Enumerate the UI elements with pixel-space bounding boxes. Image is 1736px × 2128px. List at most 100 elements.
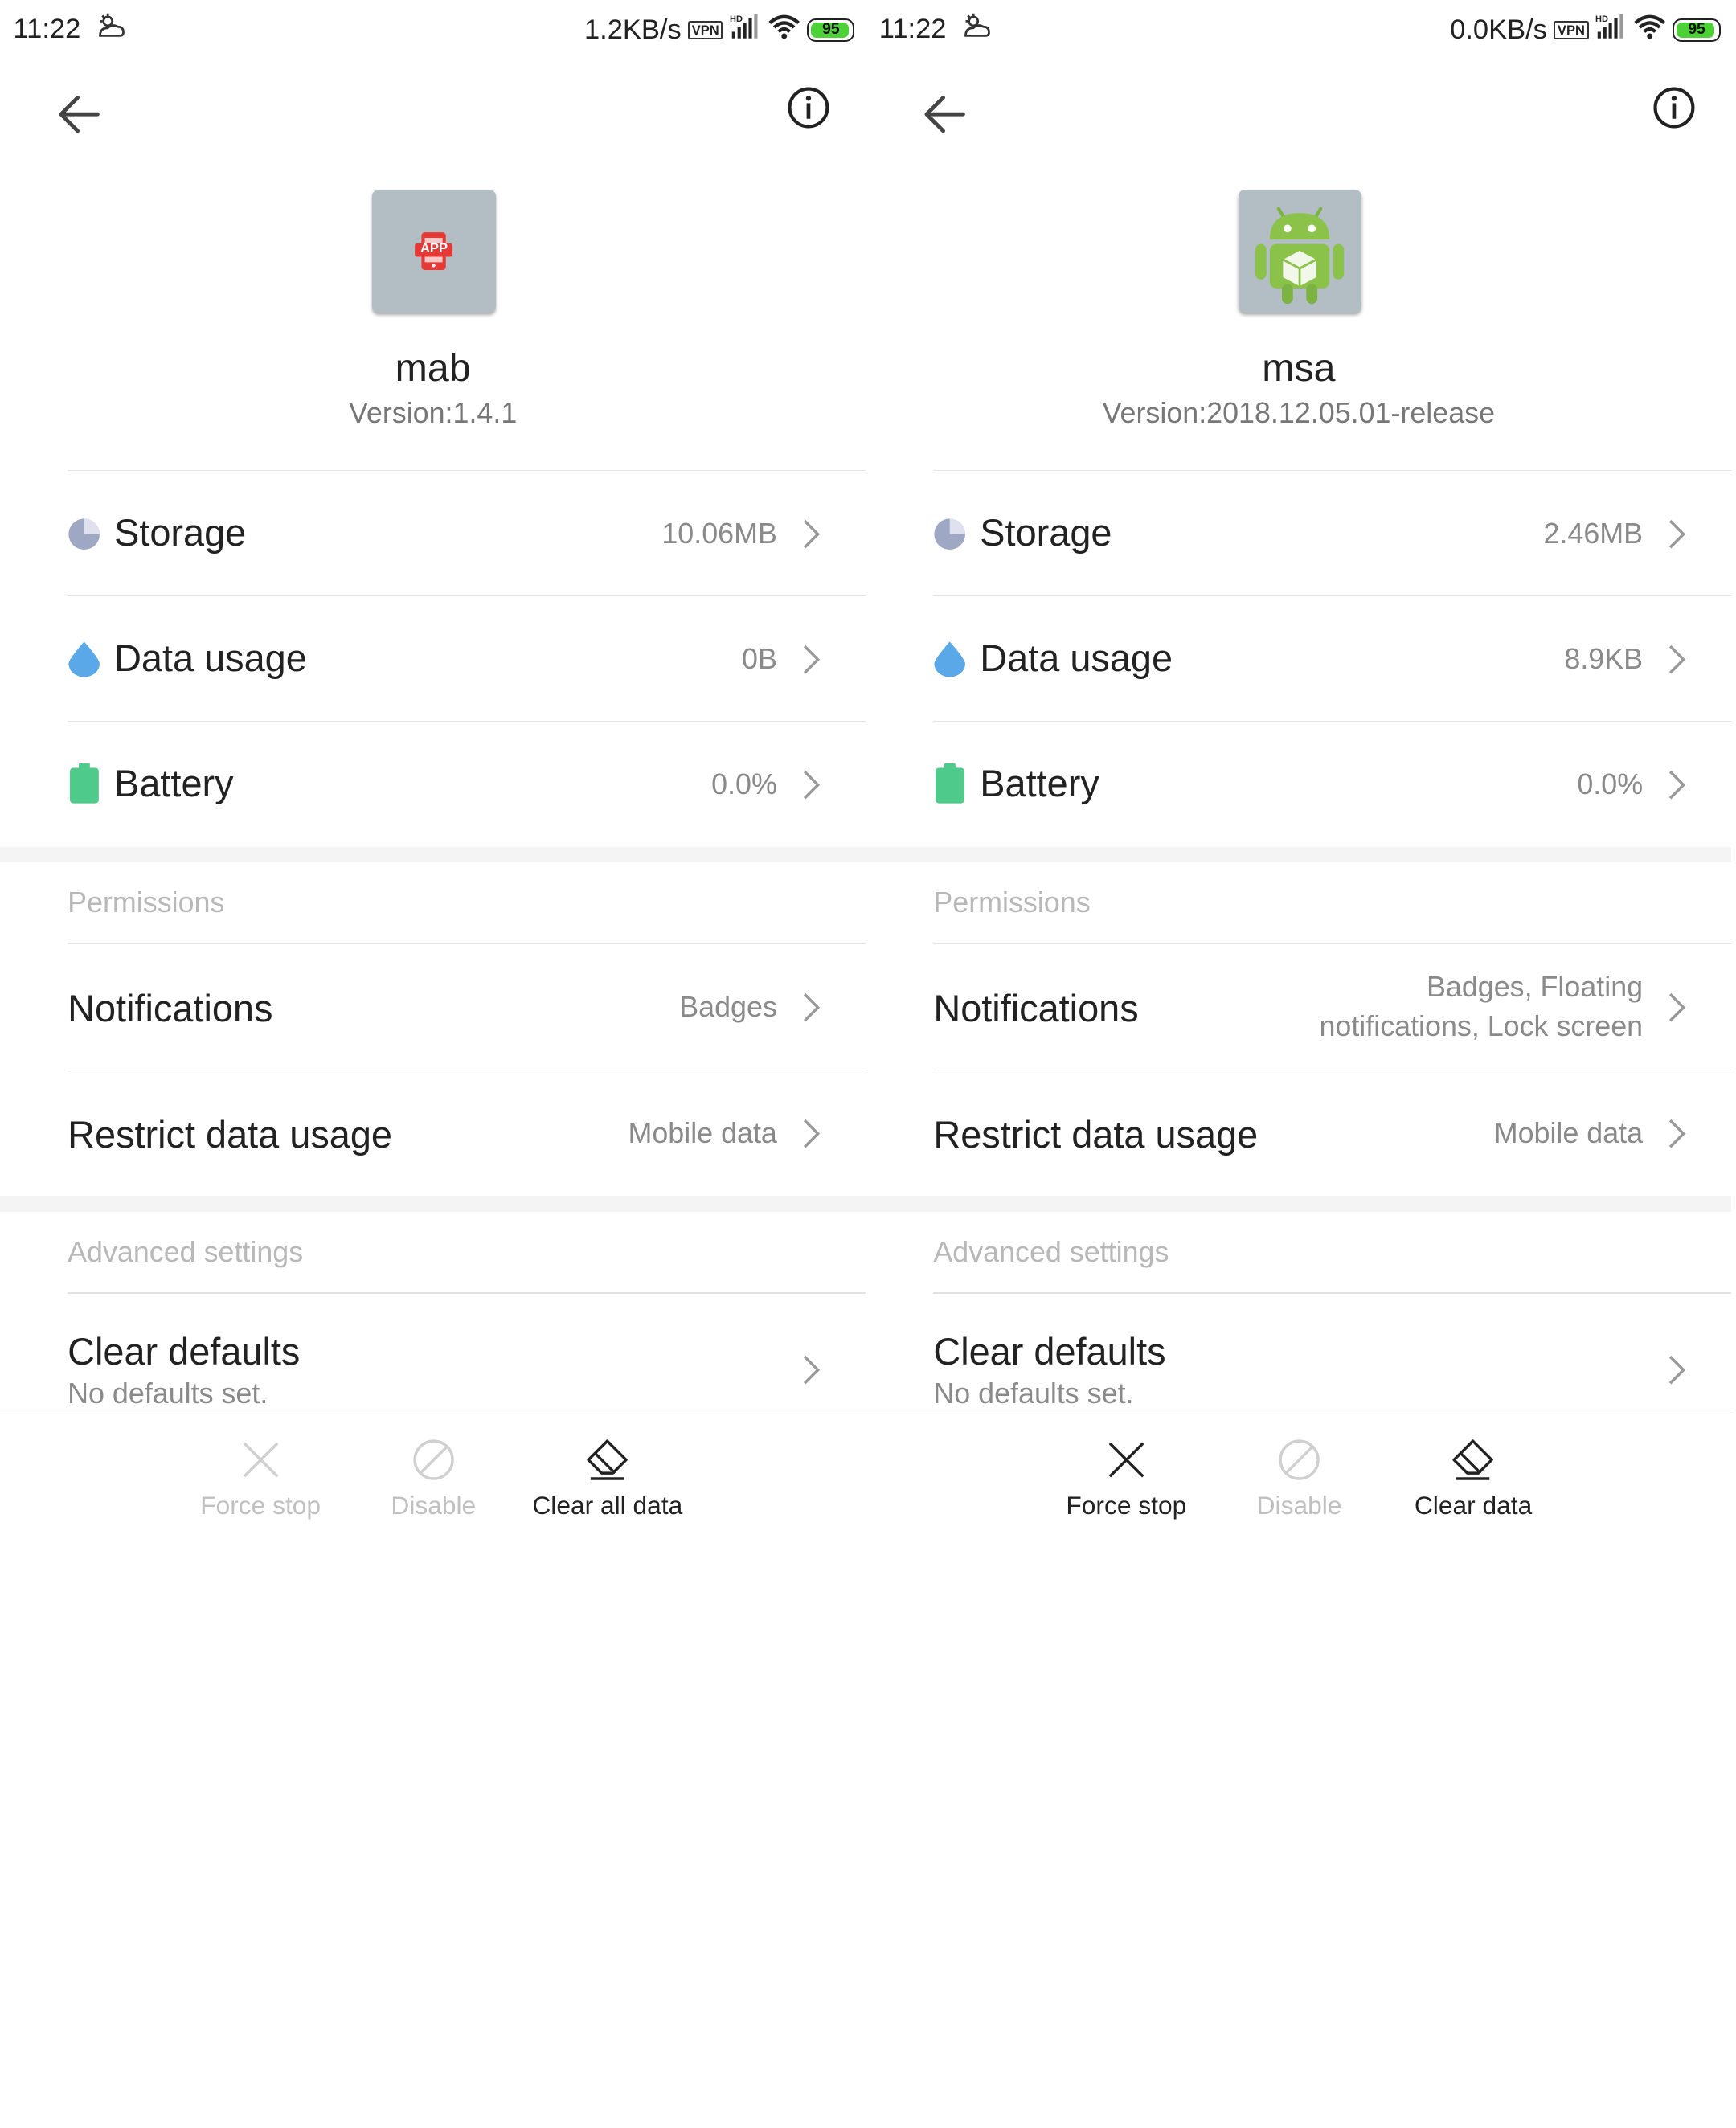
clear-data-button[interactable]: Clear all data bbox=[521, 1410, 694, 1543]
storage-value: 10.06MB bbox=[661, 518, 777, 550]
chevron-right-icon bbox=[1667, 991, 1687, 1029]
section-gap bbox=[866, 846, 1732, 863]
weather-icon bbox=[96, 11, 127, 47]
data-drop-icon bbox=[68, 640, 100, 683]
app-info-screen-msa: 11:22 0.0KB/s VPN HD 95 msa Version:2018… bbox=[866, 0, 1732, 1543]
data-usage-row[interactable]: Data usage 8.9KB bbox=[866, 596, 1731, 720]
restrict-data-value: Mobile data bbox=[628, 1117, 777, 1150]
eraser-icon bbox=[1452, 1438, 1494, 1480]
force-stop-button[interactable]: Force stop bbox=[174, 1410, 347, 1543]
battery-value: 0.0% bbox=[711, 767, 777, 800]
app-icon-text: APP bbox=[420, 240, 448, 256]
signal-icon: HD bbox=[1595, 13, 1627, 47]
battery-row[interactable]: Battery 0.0% bbox=[866, 722, 1731, 845]
disable-button[interactable]: Disable bbox=[1213, 1410, 1386, 1543]
notifications-value-line1: Badges, Floating bbox=[1426, 971, 1644, 1004]
notifications-value-line2: notifications, Lock screen bbox=[1319, 1009, 1644, 1042]
wifi-icon bbox=[1633, 13, 1666, 47]
disable-label: Disable bbox=[391, 1490, 477, 1520]
data-usage-label: Data usage bbox=[980, 636, 1173, 679]
section-gap bbox=[0, 846, 866, 863]
app-icon: APP bbox=[372, 189, 496, 313]
storage-row[interactable]: Storage 2.46MB bbox=[866, 471, 1731, 595]
battery-level: 95 bbox=[822, 21, 840, 39]
notifications-row[interactable]: Notifications Badges bbox=[0, 944, 866, 1070]
vpn-icon: VPN bbox=[687, 20, 723, 39]
chevron-right-icon bbox=[801, 768, 821, 806]
restrict-data-label: Restrict data usage bbox=[68, 1113, 392, 1156]
section-gap bbox=[0, 1196, 866, 1212]
disable-button[interactable]: Disable bbox=[347, 1410, 520, 1543]
action-bar: Force stop Disable Clear data bbox=[866, 1410, 1732, 1543]
svg-text:HD: HD bbox=[730, 14, 743, 24]
close-x-icon bbox=[1108, 1442, 1144, 1478]
storage-label: Storage bbox=[114, 511, 247, 554]
advanced-section-title: Advanced settings bbox=[68, 1235, 304, 1268]
restrict-data-row[interactable]: Restrict data usage Mobile data bbox=[866, 1070, 1731, 1194]
back-arrow-icon[interactable] bbox=[55, 93, 102, 140]
info-icon[interactable] bbox=[1651, 84, 1697, 136]
app-icon bbox=[1238, 189, 1361, 313]
notifications-row[interactable]: Notifications Badges, Floating notificat… bbox=[866, 944, 1731, 1070]
close-x-icon bbox=[243, 1442, 279, 1478]
clear-defaults-label: Clear defaults bbox=[68, 1331, 301, 1373]
clear-data-label: Clear data bbox=[1414, 1490, 1533, 1520]
info-icon[interactable] bbox=[785, 84, 832, 136]
svg-text:HD: HD bbox=[1595, 14, 1608, 24]
force-stop-label: Force stop bbox=[1066, 1490, 1187, 1520]
advanced-section-title: Advanced settings bbox=[933, 1235, 1169, 1268]
storage-value: 2.46MB bbox=[1543, 518, 1644, 550]
data-usage-value: 8.9KB bbox=[1564, 642, 1644, 675]
app-name: mab bbox=[395, 346, 471, 391]
force-stop-label: Force stop bbox=[200, 1490, 321, 1520]
disable-circle-icon bbox=[1279, 1438, 1320, 1480]
chevron-right-icon bbox=[801, 643, 821, 681]
clear-data-label: Clear all data bbox=[532, 1490, 683, 1520]
wifi-icon bbox=[768, 13, 800, 47]
storage-label: Storage bbox=[980, 511, 1112, 554]
chevron-right-icon bbox=[801, 1117, 821, 1155]
clear-defaults-label: Clear defaults bbox=[933, 1331, 1166, 1373]
app-info-screen-mab: 11:22 1.2KB/s VPN HD 95 APP mab Version:… bbox=[0, 0, 866, 1543]
app-name: msa bbox=[1262, 346, 1336, 391]
chevron-right-icon bbox=[1667, 518, 1687, 555]
clear-defaults-row[interactable]: Clear defaults No defaults set. bbox=[0, 1294, 866, 1410]
battery-label: Battery bbox=[980, 762, 1099, 804]
restrict-data-row[interactable]: Restrict data usage Mobile data bbox=[0, 1070, 866, 1194]
network-speed: 0.0KB/s bbox=[1450, 14, 1547, 45]
battery-icon bbox=[69, 763, 99, 808]
notifications-value: Badges bbox=[679, 991, 777, 1024]
restrict-data-value: Mobile data bbox=[1493, 1117, 1644, 1150]
notifications-label: Notifications bbox=[933, 987, 1139, 1029]
chevron-right-icon bbox=[1667, 643, 1687, 681]
status-indicators: 0.0KB/s VPN HD 95 bbox=[1450, 11, 1721, 49]
data-usage-label: Data usage bbox=[114, 636, 307, 679]
signal-icon: HD bbox=[730, 13, 761, 47]
data-usage-value: 0B bbox=[742, 642, 777, 675]
battery-row[interactable]: Battery 0.0% bbox=[0, 722, 866, 845]
clear-defaults-subtitle: No defaults set. bbox=[68, 1377, 268, 1410]
clear-defaults-row[interactable]: Clear defaults No defaults set. bbox=[866, 1294, 1731, 1410]
back-arrow-icon[interactable] bbox=[921, 93, 968, 140]
battery-level: 95 bbox=[1688, 21, 1705, 39]
clear-data-button[interactable]: Clear data bbox=[1386, 1410, 1559, 1543]
storage-row[interactable]: Storage 10.06MB bbox=[0, 471, 866, 595]
app-version: Version:2018.12.05.01-release bbox=[1102, 396, 1496, 429]
app-version: Version:1.4.1 bbox=[348, 396, 518, 429]
battery-label: Battery bbox=[114, 762, 234, 804]
action-bar: Force stop Disable Clear all data bbox=[0, 1410, 866, 1543]
weather-icon bbox=[961, 11, 993, 47]
battery-value: 0.0% bbox=[1577, 767, 1644, 800]
status-indicators: 1.2KB/s VPN HD 95 bbox=[583, 11, 855, 49]
force-stop-button[interactable]: Force stop bbox=[1040, 1410, 1213, 1543]
chevron-right-icon bbox=[1667, 1353, 1687, 1391]
battery-icon: 95 bbox=[807, 18, 855, 42]
vpn-icon: VPN bbox=[1554, 20, 1589, 39]
network-speed: 1.2KB/s bbox=[583, 14, 682, 45]
permissions-section-title: Permissions bbox=[933, 886, 1091, 919]
data-usage-row[interactable]: Data usage 0B bbox=[0, 596, 866, 720]
storage-pie-icon bbox=[68, 518, 100, 555]
eraser-icon bbox=[587, 1438, 628, 1480]
restrict-data-label: Restrict data usage bbox=[933, 1113, 1259, 1156]
clear-defaults-subtitle: No defaults set. bbox=[933, 1377, 1134, 1410]
